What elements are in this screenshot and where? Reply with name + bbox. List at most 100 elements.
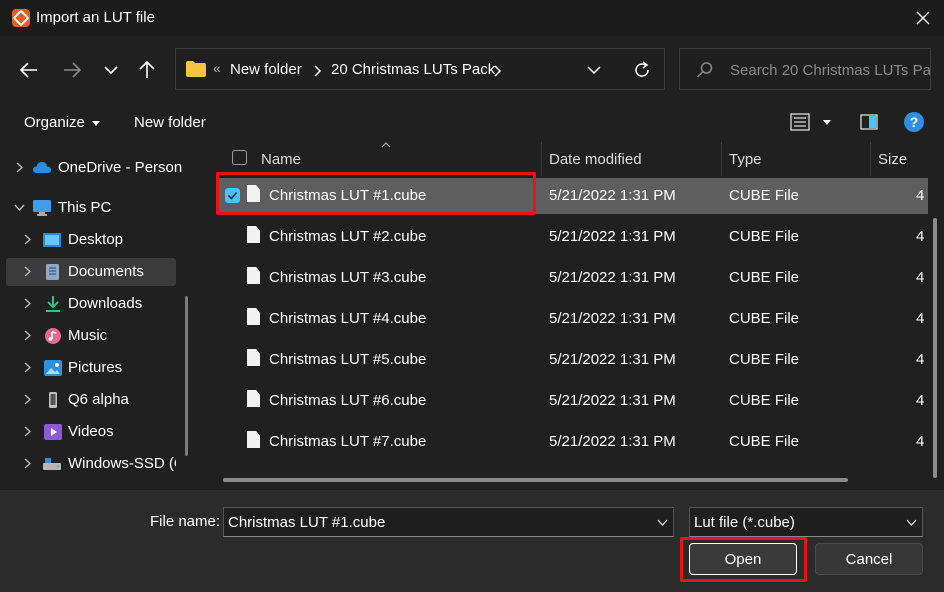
file-name: Christmas LUT #6.cube (269, 392, 427, 409)
sidebar-scrollbar[interactable] (185, 296, 188, 456)
arrow-up-icon (139, 61, 155, 78)
folder-icon (186, 61, 206, 77)
table-row[interactable]: Christmas LUT #6.cube 5/21/2022 1:31 PM … (216, 383, 928, 419)
table-row[interactable]: Christmas LUT #3.cube 5/21/2022 1:31 PM … (216, 260, 928, 296)
sidebar-item-label: This PC (58, 199, 112, 216)
horizontal-scrollbar[interactable] (223, 478, 848, 482)
sidebar-item-label: Videos (68, 423, 114, 440)
select-all-checkbox[interactable] (232, 150, 247, 165)
sidebar-item-q6-alpha[interactable]: Q6 alpha (6, 386, 176, 414)
file-size: 4 (916, 392, 925, 409)
chevron-right-icon (16, 162, 23, 173)
help-icon[interactable]: ? (904, 112, 924, 132)
sidebar-item-documents[interactable]: Documents (6, 258, 176, 286)
file-type: CUBE File (729, 433, 800, 450)
file-date: 5/21/2022 1:31 PM (549, 392, 676, 409)
sidebar-item-label: Documents (68, 263, 144, 280)
sidebar-item-videos[interactable]: Videos (6, 418, 176, 446)
sidebar-item-downloads[interactable]: Downloads (6, 290, 176, 318)
file-date: 5/21/2022 1:31 PM (549, 310, 676, 327)
chevron-right-icon (24, 362, 31, 373)
chevron-down-icon (657, 519, 668, 526)
sidebar-item-onedrive[interactable]: OneDrive - Person (6, 154, 182, 182)
close-button[interactable] (908, 4, 938, 32)
file-type: CUBE File (729, 228, 800, 245)
music-icon (45, 328, 61, 344)
breadcrumb-overflow[interactable]: « (213, 60, 221, 76)
arrow-right-icon (64, 62, 81, 78)
document-icon (46, 264, 59, 280)
chevron-right-icon (24, 234, 31, 245)
forward-button[interactable] (57, 54, 87, 86)
organize-menu[interactable]: Organize (24, 114, 101, 131)
breadcrumb-item-current[interactable]: 20 Christmas LUTs Pack (331, 61, 495, 78)
drive-icon (43, 458, 61, 470)
sidebar-item-label: Q6 alpha (68, 391, 129, 408)
table-row[interactable]: Christmas LUT #7.cube 5/21/2022 1:31 PM … (216, 424, 928, 460)
sidebar-item-this-pc[interactable]: This PC (6, 194, 176, 222)
caret-down-icon (92, 120, 101, 126)
pictures-icon (44, 360, 62, 376)
table-row[interactable]: Christmas LUT #4.cube 5/21/2022 1:31 PM … (216, 301, 928, 337)
chevron-right-icon (24, 458, 31, 469)
chevron-down-icon (906, 519, 917, 526)
search-input[interactable]: Search 20 Christmas LUTs Pack (679, 48, 931, 90)
file-type-select[interactable]: Lut file (*.cube) (689, 507, 923, 537)
file-name-input[interactable]: Christmas LUT #1.cube (223, 507, 674, 537)
chevron-right-icon (494, 65, 502, 77)
file-name: Christmas LUT #3.cube (269, 269, 427, 286)
file-icon (247, 308, 260, 325)
up-button[interactable] (132, 54, 162, 86)
sidebar-item-pictures[interactable]: Pictures (6, 354, 176, 382)
chevron-right-icon (24, 426, 31, 437)
file-size: 4 (916, 269, 925, 286)
table-row[interactable]: Christmas LUT #5.cube 5/21/2022 1:31 PM … (216, 342, 928, 378)
sidebar-item-desktop[interactable]: Desktop (6, 226, 176, 254)
breadcrumb-item-new-folder[interactable]: New folder (230, 61, 302, 78)
sidebar-item-music[interactable]: Music (6, 322, 176, 350)
file-list-scrollbar[interactable] (933, 218, 937, 478)
refresh-icon[interactable] (633, 61, 651, 79)
chevron-right-icon (24, 266, 31, 277)
file-icon (247, 431, 260, 448)
sidebar-item-label: Music (68, 327, 108, 344)
close-icon (916, 11, 930, 25)
file-size: 4 (916, 187, 925, 204)
search-icon (696, 62, 713, 78)
file-date: 5/21/2022 1:31 PM (549, 433, 676, 450)
file-date: 5/21/2022 1:31 PM (549, 351, 676, 368)
back-button[interactable] (14, 54, 44, 86)
view-menu-button[interactable] (790, 113, 838, 133)
highlight-box (216, 172, 536, 215)
recent-locations-button[interactable] (96, 54, 126, 86)
download-icon (46, 296, 60, 312)
file-size: 4 (916, 228, 925, 245)
chevron-right-icon (24, 394, 31, 405)
sidebar-item-label: Windows-SSD (C (68, 455, 176, 472)
open-button[interactable]: Open (689, 543, 797, 575)
new-folder-button[interactable]: New folder (134, 114, 206, 131)
file-type: CUBE File (729, 269, 800, 286)
chevron-right-icon (24, 298, 31, 309)
file-name: Christmas LUT #7.cube (269, 433, 427, 450)
file-icon (247, 267, 260, 284)
window-title: Import an LUT file (36, 9, 155, 26)
file-type-value: Lut file (*.cube) (694, 514, 795, 531)
search-placeholder: Search 20 Christmas LUTs Pack (730, 62, 931, 79)
sidebar-item-windows-ssd[interactable]: Windows-SSD (C (6, 450, 176, 478)
file-icon (247, 226, 260, 243)
file-date: 5/21/2022 1:31 PM (549, 187, 676, 204)
chevron-down-icon[interactable] (587, 66, 601, 75)
table-row[interactable]: Christmas LUT #2.cube 5/21/2022 1:31 PM … (216, 219, 928, 255)
file-name: Christmas LUT #5.cube (269, 351, 427, 368)
cancel-button[interactable]: Cancel (815, 543, 923, 575)
cloud-icon (33, 162, 51, 173)
app-icon (12, 9, 30, 27)
address-bar[interactable]: « New folder 20 Christmas LUTs Pack (175, 48, 665, 90)
video-icon (44, 424, 62, 440)
file-type: CUBE File (729, 392, 800, 409)
preview-pane-icon[interactable] (860, 114, 878, 130)
chevron-right-icon (24, 330, 31, 341)
desktop-icon (43, 233, 61, 247)
file-type: CUBE File (729, 351, 800, 368)
